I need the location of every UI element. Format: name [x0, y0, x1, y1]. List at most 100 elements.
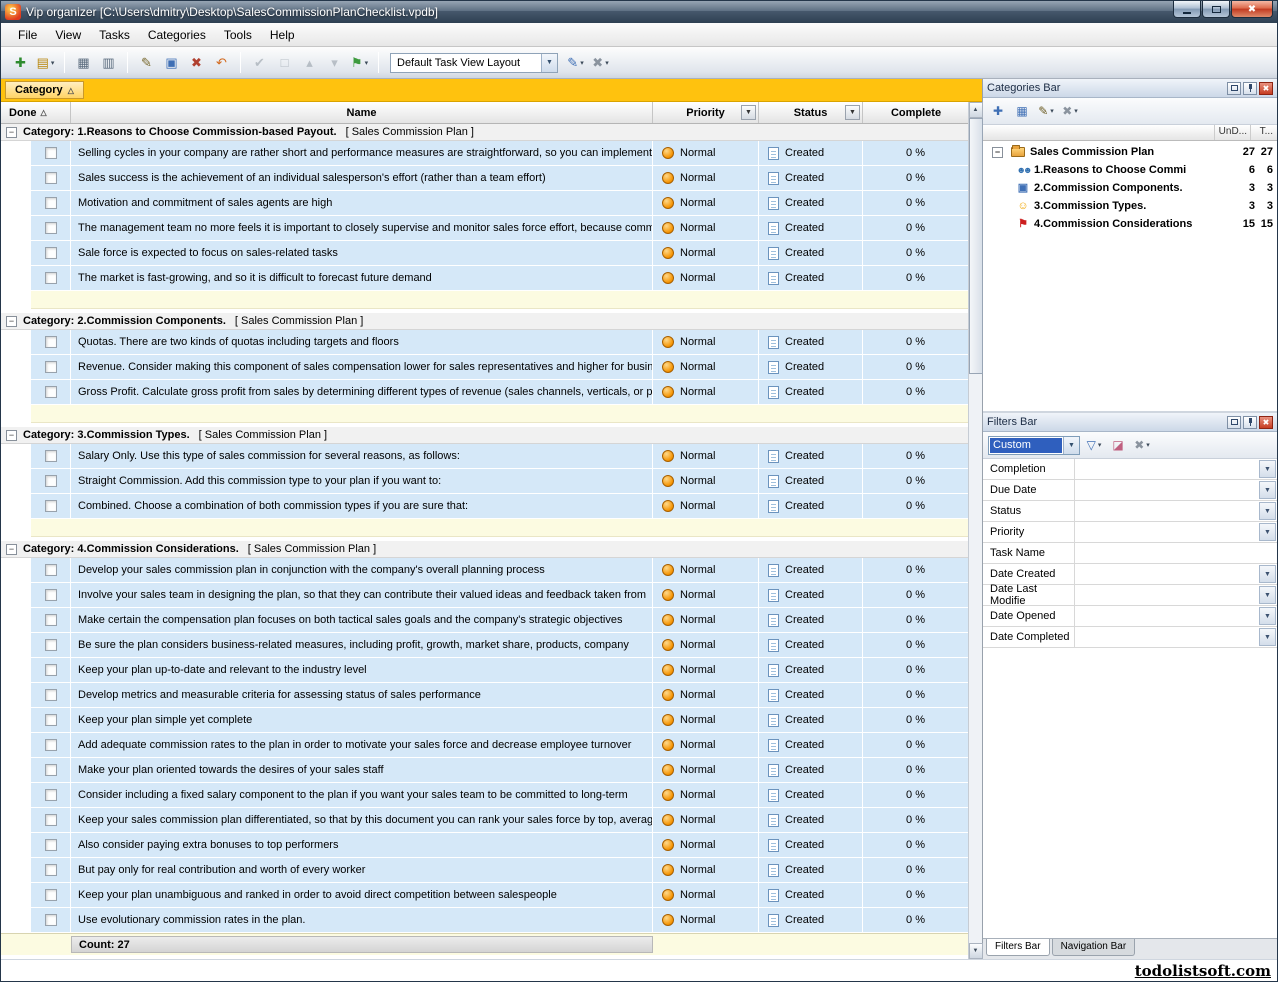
task-done-checkbox[interactable]	[45, 589, 57, 601]
category-tree-item[interactable]: ☺3.Commission Types.33	[983, 197, 1277, 215]
column-header-comp[interactable]: Complete	[863, 102, 969, 123]
filter-value-cell[interactable]: ▼	[1075, 501, 1277, 521]
filter-value-cell[interactable]: ▼	[1075, 564, 1277, 584]
task-row[interactable]: Keep your plan simple yet completeNormal…	[1, 708, 969, 733]
delete-filter-button[interactable]: ✖▾	[1132, 435, 1152, 456]
task-done-checkbox[interactable]	[45, 764, 57, 776]
task-done-checkbox[interactable]	[45, 147, 57, 159]
task-row[interactable]: Combined. Choose a combination of both c…	[1, 494, 969, 519]
task-row[interactable]: Make certain the compensation plan focus…	[1, 608, 969, 633]
apply-filter-button[interactable]: ▽▾	[1084, 435, 1104, 456]
tab-filters-bar[interactable]: Filters Bar	[986, 939, 1050, 956]
task-row[interactable]: Quotas. There are two kinds of quotas in…	[1, 330, 969, 355]
menu-file[interactable]: File	[9, 25, 46, 45]
task-row[interactable]: Add adequate commission rates to the pla…	[1, 733, 969, 758]
task-row[interactable]: Keep your plan up-to-date and relevant t…	[1, 658, 969, 683]
task-done-checkbox[interactable]	[45, 564, 57, 576]
scrollbar-thumb[interactable]	[969, 118, 983, 374]
task-done-checkbox[interactable]	[45, 197, 57, 209]
column-filter-button[interactable]: ▼	[741, 105, 756, 120]
edit-task-button[interactable]: ✎	[135, 51, 158, 75]
task-done-checkbox[interactable]	[45, 914, 57, 926]
collapse-group-icon[interactable]: −	[6, 544, 17, 555]
chevron-down-icon[interactable]: ▼	[1063, 437, 1079, 454]
panel-position-button[interactable]	[1227, 416, 1241, 429]
task-done-checkbox[interactable]	[45, 839, 57, 851]
group-by-category-button[interactable]: Category △	[5, 81, 84, 99]
group-header-row[interactable]: −Category: 2.Commission Components.[ Sal…	[1, 313, 969, 330]
tree-header-total[interactable]: T...	[1251, 125, 1277, 140]
titlebar[interactable]: S Vip organizer [C:\Users\dmitry\Desktop…	[1, 1, 1277, 23]
task-row[interactable]: Keep your sales commission plan differen…	[1, 808, 969, 833]
filter-value-cell[interactable]: ▼	[1075, 606, 1277, 626]
task-done-checkbox[interactable]	[45, 789, 57, 801]
undo-button[interactable]: ↶	[210, 51, 233, 75]
task-row[interactable]: Use evolutionary commission rates in the…	[1, 908, 969, 933]
filter-dropdown-button[interactable]: ▼	[1259, 628, 1276, 646]
filter-dropdown-button[interactable]: ▼	[1259, 460, 1276, 478]
task-done-checkbox[interactable]	[45, 639, 57, 651]
panel-close-button[interactable]: ✖	[1259, 416, 1273, 429]
category-tree-item[interactable]: ▣2.Commission Components.33	[983, 179, 1277, 197]
layout-combobox[interactable]: Default Task View Layout▼	[390, 53, 558, 73]
task-row[interactable]: Keep your plan unambiguous and ranked in…	[1, 883, 969, 908]
task-row[interactable]: Consider including a fixed salary compon…	[1, 783, 969, 808]
task-done-checkbox[interactable]	[45, 864, 57, 876]
scroll-up-icon[interactable]: ▲	[969, 102, 983, 118]
task-done-checkbox[interactable]	[45, 450, 57, 462]
task-row[interactable]: Gross Profit. Calculate gross profit fro…	[1, 380, 969, 405]
delete-layout-button[interactable]: ✖▾	[589, 51, 612, 75]
collapse-tree-icon[interactable]: −	[992, 147, 1003, 158]
task-done-checkbox[interactable]	[45, 689, 57, 701]
add-category-button[interactable]: ✚	[988, 101, 1008, 122]
category-tree-item[interactable]: ☻☻1.Reasons to Choose Commi66	[983, 161, 1277, 179]
task-row[interactable]: Sale force is expected to focus on sales…	[1, 241, 969, 266]
task-row[interactable]: Also consider paying extra bonuses to to…	[1, 833, 969, 858]
tab-navigation-bar[interactable]: Navigation Bar	[1052, 939, 1136, 956]
category-tree-item[interactable]: ⚑4.Commission Considerations1515	[983, 215, 1277, 233]
panel-autohide-button[interactable]	[1243, 82, 1257, 95]
task-done-checkbox[interactable]	[45, 714, 57, 726]
filter-value-cell[interactable]: ▼	[1075, 585, 1277, 605]
print-button[interactable]: ▦	[72, 51, 95, 75]
complete-task-button[interactable]: ✔	[248, 51, 271, 75]
task-done-checkbox[interactable]	[45, 739, 57, 751]
new-task-button[interactable]: ✚	[9, 51, 32, 75]
filter-dropdown-button[interactable]: ▼	[1259, 502, 1276, 520]
menu-help[interactable]: Help	[261, 25, 304, 45]
duplicate-task-button[interactable]: ▣	[160, 51, 183, 75]
delete-task-button[interactable]: ✖	[185, 51, 208, 75]
move-up-button[interactable]: ▴	[298, 51, 321, 75]
task-row[interactable]: Develop your sales commission plan in co…	[1, 558, 969, 583]
group-header-row[interactable]: −Category: 4.Commission Considerations.[…	[1, 541, 969, 558]
task-done-checkbox[interactable]	[45, 475, 57, 487]
delete-category-button[interactable]: ✖▾	[1060, 101, 1080, 122]
task-row[interactable]: Sales success is the achievement of an i…	[1, 166, 969, 191]
task-done-checkbox[interactable]	[45, 614, 57, 626]
panel-autohide-button[interactable]	[1243, 416, 1257, 429]
task-row[interactable]: But pay only for real contribution and w…	[1, 858, 969, 883]
collapse-group-icon[interactable]: −	[6, 430, 17, 441]
filter-value-cell[interactable]: ▼	[1075, 480, 1277, 500]
menu-tasks[interactable]: Tasks	[90, 25, 139, 45]
task-row[interactable]: Straight Commission. Add this commission…	[1, 469, 969, 494]
flag-button[interactable]: ⚑▾	[348, 51, 371, 75]
filter-preset-combobox[interactable]: Custom ▼	[988, 436, 1080, 455]
column-header-name[interactable]: Name	[71, 102, 653, 123]
task-done-checkbox[interactable]	[45, 664, 57, 676]
task-done-checkbox[interactable]	[45, 336, 57, 348]
task-row[interactable]: The market is fast-growing, and so it is…	[1, 266, 969, 291]
task-row[interactable]: Make your plan oriented towards the desi…	[1, 758, 969, 783]
customize-layout-button[interactable]: ✎▾	[564, 51, 587, 75]
task-done-checkbox[interactable]	[45, 172, 57, 184]
add-subcategory-button[interactable]: ▦	[1012, 101, 1032, 122]
column-header-status[interactable]: Status▼	[759, 102, 863, 123]
chevron-down-icon[interactable]: ▼	[541, 54, 557, 72]
new-note-button[interactable]: ▤▾	[34, 51, 57, 75]
task-done-checkbox[interactable]	[45, 247, 57, 259]
task-done-checkbox[interactable]	[45, 889, 57, 901]
uncomplete-task-button[interactable]: □	[273, 51, 296, 75]
scroll-down-icon[interactable]: ▼	[969, 943, 983, 959]
task-row[interactable]: Salary Only. Use this type of sales comm…	[1, 444, 969, 469]
panel-position-button[interactable]	[1227, 82, 1241, 95]
